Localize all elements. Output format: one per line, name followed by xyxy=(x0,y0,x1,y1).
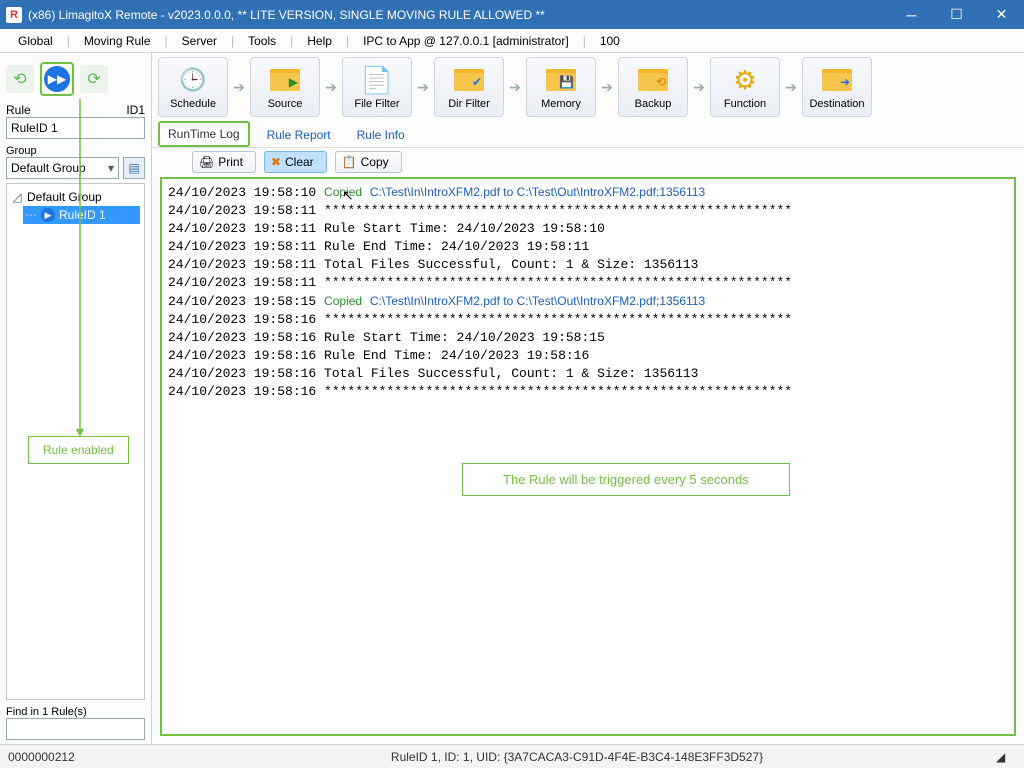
play-icon: ▶ xyxy=(41,208,55,222)
clear-label: Clear xyxy=(285,155,314,169)
print-label: Print xyxy=(218,155,243,169)
window-titlebar: R (x86) LimagitoX Remote - v2023.0.0.0, … xyxy=(0,0,1024,29)
left-panel: ⟲ ▶▶ ⟳ Rule ID1 Group Default Group ▾ ▤ … xyxy=(0,53,152,744)
arrow-icon: ➔ xyxy=(780,57,802,117)
folder-backup-icon: ⟲ xyxy=(637,64,669,96)
group-options-button[interactable]: ▤ xyxy=(123,157,145,179)
workflow-toolbar: 🕒 Schedule ➔ ▶ Source ➔ 📄 File Filter ➔ … xyxy=(152,53,1024,121)
menu-help[interactable]: Help xyxy=(297,34,342,48)
arrow-icon: ➔ xyxy=(596,57,618,117)
play-icon: ▶▶ xyxy=(44,66,70,92)
arrow-icon: ➔ xyxy=(228,57,250,117)
file-filter-icon: 📄 xyxy=(361,64,393,96)
chevron-down-icon: ▾ xyxy=(108,161,114,175)
group-label: Group xyxy=(6,145,145,157)
menu-bar: Global | Moving Rule | Server | Tools | … xyxy=(0,29,1024,53)
source-label: Source xyxy=(268,98,303,110)
function-button[interactable]: ⚙ Function xyxy=(710,57,780,117)
arrow-icon: ➔ xyxy=(320,57,342,117)
menu-moving-rule[interactable]: Moving Rule xyxy=(74,34,161,48)
find-input[interactable] xyxy=(6,718,145,740)
log-toolbar: 🖨 Print ✖ Clear 📋 Copy xyxy=(152,147,1024,175)
menu-num[interactable]: 100 xyxy=(590,34,630,48)
clock-icon: 🕒 xyxy=(177,64,209,96)
trigger-note: The Rule will be triggered every 5 secon… xyxy=(462,463,790,496)
backup-label: Backup xyxy=(635,98,672,110)
window-title: (x86) LimagitoX Remote - v2023.0.0.0, **… xyxy=(28,8,889,22)
menu-separator: | xyxy=(342,34,353,48)
status-counter: 0000000212 xyxy=(8,750,158,764)
function-label: Function xyxy=(724,98,766,110)
file-filter-button[interactable]: 📄 File Filter xyxy=(342,57,412,117)
copy-label: Copy xyxy=(361,155,389,169)
menu-server[interactable]: Server xyxy=(172,34,227,48)
menu-separator: | xyxy=(286,34,297,48)
tree-rule-row[interactable]: ⋯ ▶ RuleID 1 xyxy=(23,206,140,224)
status-bar: 0000000212 RuleID 1, ID: 1, UID: {3A7CAC… xyxy=(0,744,1024,768)
memory-label: Memory xyxy=(541,98,581,110)
next-rule-button[interactable]: ⟳ xyxy=(80,65,108,93)
folder-filter-icon: ✔ xyxy=(453,64,485,96)
clear-icon: ✖ xyxy=(271,155,281,169)
folder-destination-icon: ➜ xyxy=(821,64,853,96)
folder-source-icon: ▶ xyxy=(269,64,301,96)
right-panel: 🕒 Schedule ➔ ▶ Source ➔ 📄 File Filter ➔ … xyxy=(152,53,1024,744)
arrow-icon: ➔ xyxy=(412,57,434,117)
gear-icon: ⚙ xyxy=(729,64,761,96)
printer-icon: 🖨 xyxy=(199,155,214,169)
rule-name-input[interactable] xyxy=(6,117,145,139)
minimize-button[interactable]: ─ xyxy=(889,0,934,29)
maximize-button[interactable]: ☐ xyxy=(934,0,979,29)
memory-button[interactable]: 💾 Memory xyxy=(526,57,596,117)
tab-rule-report[interactable]: Rule Report xyxy=(258,123,340,147)
tree-root-row[interactable]: ◿ Default Group xyxy=(11,188,140,206)
destination-label: Destination xyxy=(809,98,864,110)
destination-button[interactable]: ➜ Destination xyxy=(802,57,872,117)
tree-branch-icon: ⋯ xyxy=(25,208,37,222)
copy-icon: 📋 xyxy=(342,155,357,169)
resize-grip-icon[interactable]: ◢ xyxy=(996,750,1016,764)
copy-button[interactable]: 📋 Copy xyxy=(335,151,402,173)
tab-rule-info[interactable]: Rule Info xyxy=(348,123,414,147)
backup-button[interactable]: ⟲ Backup xyxy=(618,57,688,117)
menu-global[interactable]: Global xyxy=(8,34,63,48)
print-button[interactable]: 🖨 Print xyxy=(192,151,256,173)
runtime-log-output[interactable]: 24/10/2023 19:58:10 Copied C:\Test\In\In… xyxy=(160,177,1016,736)
source-button[interactable]: ▶ Source xyxy=(250,57,320,117)
folder-memory-icon: 💾 xyxy=(545,64,577,96)
arrow-icon: ➔ xyxy=(688,57,710,117)
clear-button[interactable]: ✖ Clear xyxy=(264,151,327,173)
play-rule-button[interactable]: ▶▶ xyxy=(40,62,74,96)
menu-tools[interactable]: Tools xyxy=(238,34,286,48)
tree-rule-label: RuleID 1 xyxy=(59,208,106,222)
arrow-icon: ➔ xyxy=(504,57,526,117)
rule-enabled-note: Rule enabled xyxy=(28,436,129,464)
tree-root-label: Default Group xyxy=(27,190,102,204)
menu-separator: | xyxy=(579,34,590,48)
schedule-label: Schedule xyxy=(170,98,216,110)
status-rule-uid: RuleID 1, ID: 1, UID: {3A7CACA3-C91D-4F4… xyxy=(158,750,996,764)
tab-runtime-log[interactable]: RunTime Log xyxy=(158,121,250,147)
prev-rule-button[interactable]: ⟲ xyxy=(6,65,34,93)
group-select[interactable]: Default Group ▾ xyxy=(6,157,119,179)
close-button[interactable]: ✕ xyxy=(979,0,1024,29)
find-label: Find in 1 Rule(s) xyxy=(6,706,145,718)
schedule-button[interactable]: 🕒 Schedule xyxy=(158,57,228,117)
menu-separator: | xyxy=(63,34,74,48)
rule-id-label: ID1 xyxy=(126,103,145,117)
group-select-value: Default Group xyxy=(11,161,86,175)
menu-separator: | xyxy=(227,34,238,48)
menu-ipc[interactable]: IPC to App @ 127.0.0.1 [administrator] xyxy=(353,34,579,48)
dir-filter-label: Dir Filter xyxy=(448,98,490,110)
collapse-icon: ◿ xyxy=(11,190,23,204)
rule-label: Rule xyxy=(6,103,31,117)
dir-filter-button[interactable]: ✔ Dir Filter xyxy=(434,57,504,117)
menu-separator: | xyxy=(161,34,172,48)
file-filter-label: File Filter xyxy=(354,98,399,110)
sub-tabs: RunTime Log Rule Report Rule Info xyxy=(152,121,1024,147)
app-icon: R xyxy=(6,7,22,23)
